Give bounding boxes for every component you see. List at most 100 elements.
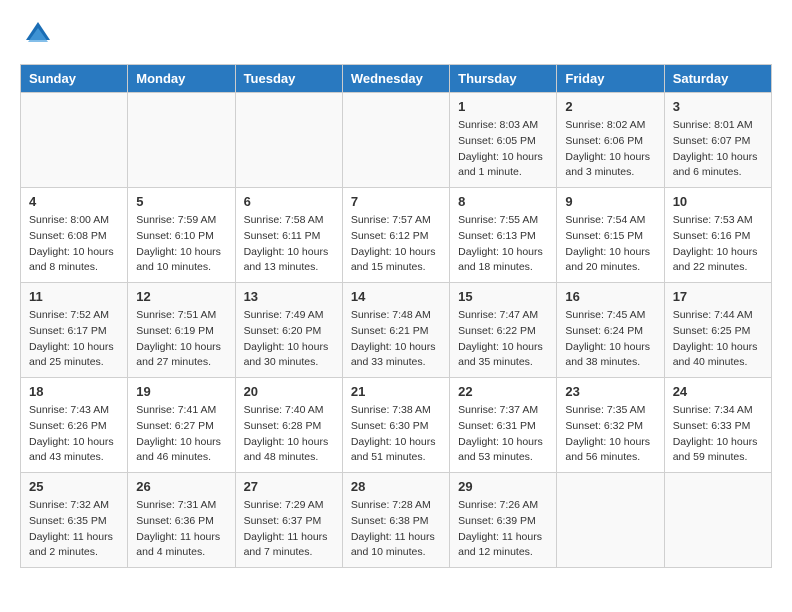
calendar-cell [128,93,235,188]
calendar-cell: 23 Sunrise: 7:35 AM Sunset: 6:32 PM Dayli… [557,378,664,473]
calendar-cell: 10 Sunrise: 7:53 AM Sunset: 6:16 PM Dayli… [664,188,771,283]
day-number: 25 [29,479,119,494]
calendar-cell [342,93,449,188]
column-header-friday: Friday [557,65,664,93]
calendar-cell: 29 Sunrise: 7:26 AM Sunset: 6:39 PM Dayli… [450,473,557,568]
calendar-week-row: 4 Sunrise: 8:00 AM Sunset: 6:08 PM Daylig… [21,188,772,283]
day-number: 13 [244,289,334,304]
day-info: Sunrise: 7:55 AM Sunset: 6:13 PM Dayligh… [458,213,548,276]
calendar-cell: 28 Sunrise: 7:28 AM Sunset: 6:38 PM Dayli… [342,473,449,568]
column-header-monday: Monday [128,65,235,93]
calendar-cell: 5 Sunrise: 7:59 AM Sunset: 6:10 PM Daylig… [128,188,235,283]
day-number: 27 [244,479,334,494]
calendar-cell [664,473,771,568]
day-info: Sunrise: 7:47 AM Sunset: 6:22 PM Dayligh… [458,308,548,371]
day-number: 14 [351,289,441,304]
day-info: Sunrise: 8:01 AM Sunset: 6:07 PM Dayligh… [673,118,763,181]
day-number: 1 [458,99,548,114]
day-info: Sunrise: 7:59 AM Sunset: 6:10 PM Dayligh… [136,213,226,276]
day-info: Sunrise: 7:32 AM Sunset: 6:35 PM Dayligh… [29,498,119,561]
day-info: Sunrise: 7:35 AM Sunset: 6:32 PM Dayligh… [565,403,655,466]
logo-text [20,20,52,48]
calendar-cell: 22Sunrise: 7:37 AM Sunset: 6:31 PM Dayli… [450,378,557,473]
day-number: 7 [351,194,441,209]
day-number: 5 [136,194,226,209]
calendar-cell: 17 Sunrise: 7:44 AM Sunset: 6:25 PM Dayli… [664,283,771,378]
day-info: Sunrise: 7:52 AM Sunset: 6:17 PM Dayligh… [29,308,119,371]
day-number: 10 [673,194,763,209]
calendar-cell: 21Sunrise: 7:38 AM Sunset: 6:30 PM Dayli… [342,378,449,473]
day-number: 11 [29,289,119,304]
day-number: 8 [458,194,548,209]
day-number: 29 [458,479,548,494]
calendar-cell: 16Sunrise: 7:45 AM Sunset: 6:24 PM Dayli… [557,283,664,378]
day-number: 18 [29,384,119,399]
day-info: Sunrise: 7:43 AM Sunset: 6:26 PM Dayligh… [29,403,119,466]
day-info: Sunrise: 7:29 AM Sunset: 6:37 PM Dayligh… [244,498,334,561]
calendar-cell: 15 Sunrise: 7:47 AM Sunset: 6:22 PM Dayli… [450,283,557,378]
day-info: Sunrise: 7:28 AM Sunset: 6:38 PM Dayligh… [351,498,441,561]
day-info: Sunrise: 8:00 AM Sunset: 6:08 PM Dayligh… [29,213,119,276]
day-number: 12 [136,289,226,304]
calendar-cell: 14 Sunrise: 7:48 AM Sunset: 6:21 PM Dayli… [342,283,449,378]
day-info: Sunrise: 7:34 AM Sunset: 6:33 PM Dayligh… [673,403,763,466]
calendar-cell: 11 Sunrise: 7:52 AM Sunset: 6:17 PM Dayli… [21,283,128,378]
day-number: 15 [458,289,548,304]
calendar-cell: 12 Sunrise: 7:51 AM Sunset: 6:19 PM Dayli… [128,283,235,378]
page-header [20,20,772,48]
column-header-wednesday: Wednesday [342,65,449,93]
calendar-week-row: 1 Sunrise: 8:03 AM Sunset: 6:05 PM Daylig… [21,93,772,188]
day-info: Sunrise: 7:26 AM Sunset: 6:39 PM Dayligh… [458,498,548,561]
calendar-cell: 1 Sunrise: 8:03 AM Sunset: 6:05 PM Daylig… [450,93,557,188]
day-number: 6 [244,194,334,209]
day-info: Sunrise: 7:38 AM Sunset: 6:30 PM Dayligh… [351,403,441,466]
calendar-cell: 8 Sunrise: 7:55 AM Sunset: 6:13 PM Daylig… [450,188,557,283]
calendar-table: SundayMondayTuesdayWednesdayThursdayFrid… [20,64,772,568]
calendar-cell: 6 Sunrise: 7:58 AM Sunset: 6:11 PM Daylig… [235,188,342,283]
calendar-cell: 9 Sunrise: 7:54 AM Sunset: 6:15 PM Daylig… [557,188,664,283]
day-info: Sunrise: 8:03 AM Sunset: 6:05 PM Dayligh… [458,118,548,181]
calendar-cell: 3 Sunrise: 8:01 AM Sunset: 6:07 PM Daylig… [664,93,771,188]
calendar-cell [21,93,128,188]
calendar-cell [235,93,342,188]
day-info: Sunrise: 7:48 AM Sunset: 6:21 PM Dayligh… [351,308,441,371]
calendar-cell: 26Sunrise: 7:31 AM Sunset: 6:36 PM Dayli… [128,473,235,568]
day-info: Sunrise: 7:58 AM Sunset: 6:11 PM Dayligh… [244,213,334,276]
calendar-cell: 20Sunrise: 7:40 AM Sunset: 6:28 PM Dayli… [235,378,342,473]
day-number: 28 [351,479,441,494]
calendar-cell: 27 Sunrise: 7:29 AM Sunset: 6:37 PM Dayli… [235,473,342,568]
calendar-cell: 25 Sunrise: 7:32 AM Sunset: 6:35 PM Dayli… [21,473,128,568]
day-number: 2 [565,99,655,114]
calendar-week-row: 18 Sunrise: 7:43 AM Sunset: 6:26 PM Dayli… [21,378,772,473]
day-number: 26 [136,479,226,494]
day-number: 9 [565,194,655,209]
day-number: 17 [673,289,763,304]
logo [20,20,52,48]
column-header-thursday: Thursday [450,65,557,93]
calendar-cell [557,473,664,568]
day-info: Sunrise: 7:51 AM Sunset: 6:19 PM Dayligh… [136,308,226,371]
column-header-saturday: Saturday [664,65,771,93]
calendar-cell: 7Sunrise: 7:57 AM Sunset: 6:12 PM Daylig… [342,188,449,283]
day-number: 16 [565,289,655,304]
calendar-cell: 19Sunrise: 7:41 AM Sunset: 6:27 PM Dayli… [128,378,235,473]
calendar-cell: 4 Sunrise: 8:00 AM Sunset: 6:08 PM Daylig… [21,188,128,283]
day-info: Sunrise: 7:54 AM Sunset: 6:15 PM Dayligh… [565,213,655,276]
day-info: Sunrise: 8:02 AM Sunset: 6:06 PM Dayligh… [565,118,655,181]
calendar-week-row: 25 Sunrise: 7:32 AM Sunset: 6:35 PM Dayli… [21,473,772,568]
day-info: Sunrise: 7:37 AM Sunset: 6:31 PM Dayligh… [458,403,548,466]
calendar-cell: 13 Sunrise: 7:49 AM Sunset: 6:20 PM Dayli… [235,283,342,378]
day-number: 4 [29,194,119,209]
day-number: 3 [673,99,763,114]
day-info: Sunrise: 7:49 AM Sunset: 6:20 PM Dayligh… [244,308,334,371]
calendar-cell: 2 Sunrise: 8:02 AM Sunset: 6:06 PM Daylig… [557,93,664,188]
day-number: 19 [136,384,226,399]
calendar-cell: 24 Sunrise: 7:34 AM Sunset: 6:33 PM Dayli… [664,378,771,473]
day-info: Sunrise: 7:40 AM Sunset: 6:28 PM Dayligh… [244,403,334,466]
day-info: Sunrise: 7:53 AM Sunset: 6:16 PM Dayligh… [673,213,763,276]
day-number: 24 [673,384,763,399]
calendar-cell: 18 Sunrise: 7:43 AM Sunset: 6:26 PM Dayli… [21,378,128,473]
day-number: 23 [565,384,655,399]
day-info: Sunrise: 7:44 AM Sunset: 6:25 PM Dayligh… [673,308,763,371]
calendar-header-row: SundayMondayTuesdayWednesdayThursdayFrid… [21,65,772,93]
